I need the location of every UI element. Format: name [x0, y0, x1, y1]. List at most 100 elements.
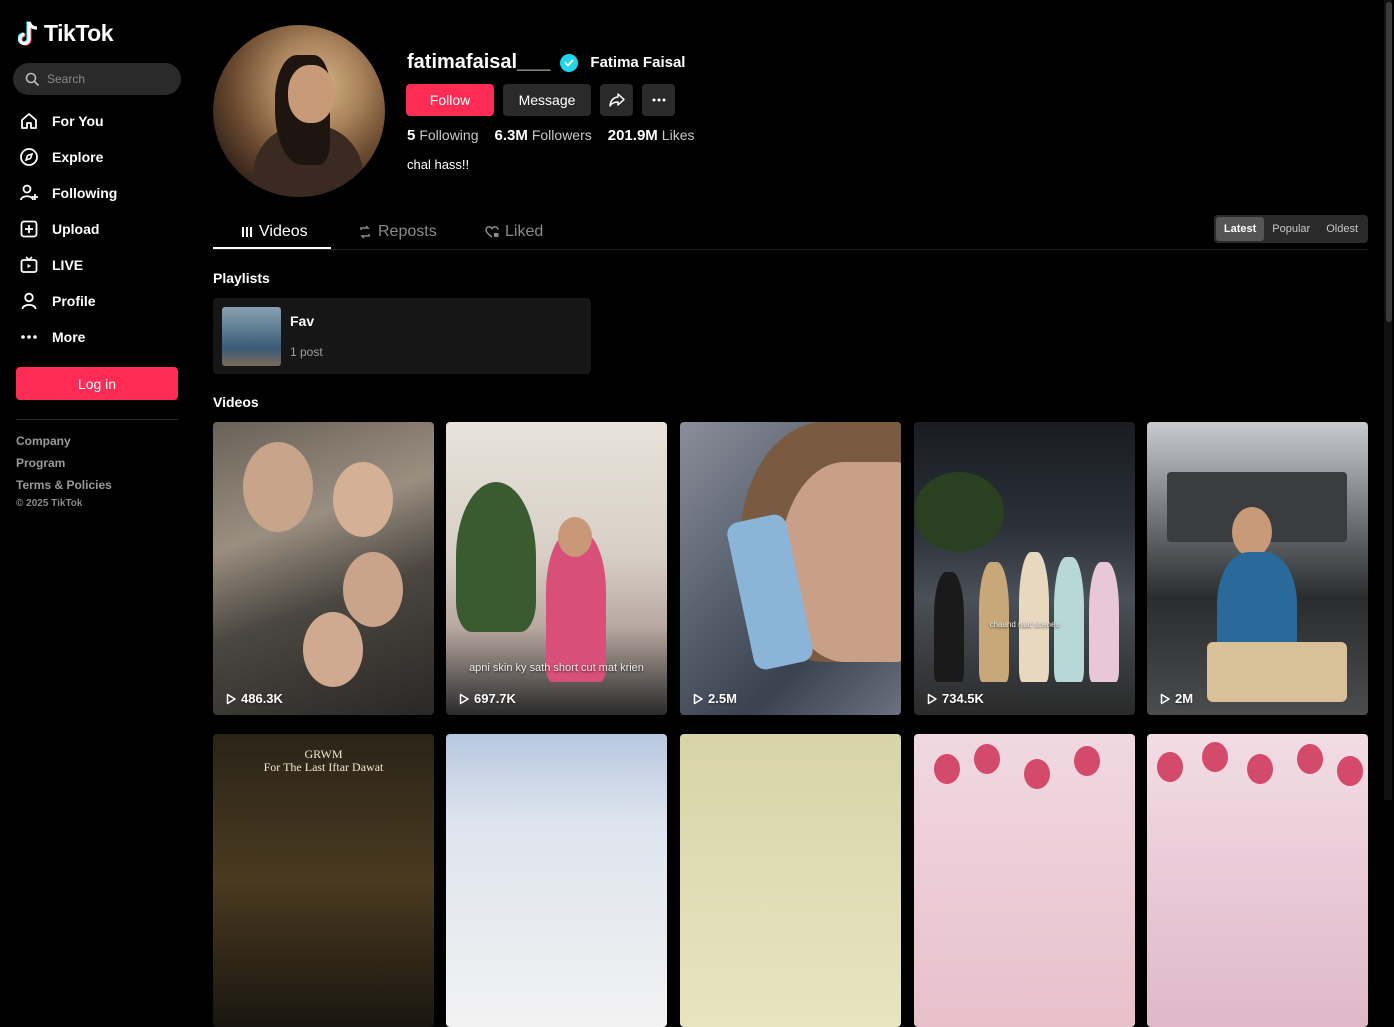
sidebar-item-for-you[interactable]: For You	[18, 103, 180, 139]
share-icon	[608, 93, 625, 107]
footer-link-program[interactable]: Program	[16, 456, 112, 478]
footer-link-terms[interactable]: Terms & Policies	[16, 478, 112, 500]
video-view-count: 486.3K	[225, 691, 283, 706]
play-icon	[1160, 693, 1170, 704]
person-icon	[18, 290, 40, 312]
sidebar-item-more[interactable]: More	[18, 319, 180, 355]
video-caption: chaand raat scenes	[989, 620, 1060, 629]
sidebar-item-label: LIVE	[52, 257, 84, 273]
play-icon	[459, 693, 469, 704]
active-tab-indicator	[213, 247, 331, 249]
profile-actions: Follow Message	[406, 84, 675, 116]
tab-label: Liked	[505, 223, 544, 240]
sidebar-item-upload[interactable]: Upload	[18, 211, 180, 247]
footer-link-company[interactable]: Company	[16, 434, 112, 456]
tiktok-logo-icon	[18, 21, 38, 46]
video-view-count: 734.5K	[926, 691, 984, 706]
verified-badge-icon	[560, 53, 579, 72]
video-view-count: 697.7K	[458, 691, 516, 706]
profile-bio: chal hass!!	[407, 157, 470, 172]
following-stat[interactable]: 5 Following	[407, 127, 478, 145]
tab-label: Reposts	[378, 223, 437, 240]
video-card[interactable]: 486.3K	[213, 422, 434, 715]
following-label: Following	[419, 127, 479, 143]
following-count: 5	[407, 127, 416, 144]
login-button[interactable]: Log in	[16, 367, 178, 400]
search-bar[interactable]	[13, 63, 181, 95]
sort-popular[interactable]: Popular	[1264, 217, 1318, 241]
profile-avatar[interactable]	[213, 25, 385, 197]
profile-username: fatimafaisal___	[407, 51, 551, 73]
tab-liked[interactable]: Liked	[485, 215, 543, 249]
sidebar-item-label: For You	[52, 113, 104, 129]
copyright-text: © 2025 TikTok	[16, 498, 83, 509]
view-count-text: 734.5K	[942, 691, 984, 706]
sort-latest[interactable]: Latest	[1215, 217, 1265, 241]
playlists-heading: Playlists	[213, 270, 270, 286]
playlist-thumbnail	[222, 307, 281, 366]
playlist-card[interactable]: Fav 1 post	[213, 298, 591, 374]
videos-heading: Videos	[213, 394, 259, 410]
sort-oldest[interactable]: Oldest	[1318, 217, 1366, 241]
play-icon	[927, 693, 937, 704]
repost-icon	[360, 225, 370, 239]
tiktok-logo[interactable]: TikTok	[18, 20, 114, 47]
video-card[interactable]	[680, 734, 901, 1027]
overlay-title-line: For The Last Iftar Dawat	[263, 760, 384, 774]
avatar-figure-head	[288, 65, 334, 123]
sidebar-item-label: Profile	[52, 293, 96, 309]
profile-display-name: Fatima Faisal	[590, 54, 686, 71]
profile-name-row: fatimafaisal___ Fatima Faisal	[407, 51, 685, 74]
likes-label: Likes	[661, 127, 695, 143]
video-card[interactable]: 2.5M	[680, 422, 901, 715]
playlist-name: Fav	[290, 313, 315, 329]
likes-stat: 201.9M Likes	[608, 127, 695, 145]
video-card[interactable]: chaand raat scenes 734.5K	[914, 422, 1135, 715]
view-count-text: 2.5M	[708, 691, 737, 706]
person-add-icon	[18, 182, 40, 204]
video-card[interactable]: 2M	[1147, 422, 1368, 715]
play-icon	[693, 693, 703, 704]
playlist-post-count: 1 post	[290, 345, 323, 359]
video-card[interactable]	[1147, 734, 1368, 1027]
tab-reposts[interactable]: Reposts	[358, 215, 437, 249]
search-input[interactable]	[47, 72, 167, 86]
followers-stat[interactable]: 6.3M Followers	[494, 127, 591, 145]
search-icon	[25, 72, 39, 86]
video-view-count: 2.5M	[692, 691, 737, 706]
sidebar-footer: Company Program Terms & Policies © 2025 …	[16, 434, 112, 509]
video-card[interactable]	[914, 734, 1135, 1027]
home-icon	[18, 110, 40, 132]
play-icon	[226, 693, 236, 704]
live-tv-icon	[18, 254, 40, 276]
tab-videos[interactable]: Videos	[241, 215, 308, 249]
sidebar-item-explore[interactable]: Explore	[18, 139, 180, 175]
video-card[interactable]	[446, 734, 667, 1027]
more-dots-icon	[18, 326, 40, 348]
video-caption: apni skin ky sath short cut mat krien	[469, 662, 644, 674]
followers-label: Followers	[531, 127, 592, 143]
sort-toggle: Latest Popular Oldest	[1213, 215, 1368, 243]
profile-stats: 5 Following 6.3M Followers 201.9M Likes	[407, 127, 694, 145]
share-button[interactable]	[600, 84, 633, 116]
sidebar-nav: For You Explore Following Upload LIVE Pr…	[18, 103, 180, 355]
message-button[interactable]: Message	[503, 84, 591, 116]
video-card[interactable]: GRWM For The Last Iftar Dawat	[213, 734, 434, 1027]
sidebar-item-following[interactable]: Following	[18, 175, 180, 211]
sidebar-item-profile[interactable]: Profile	[18, 283, 180, 319]
view-count-text: 697.7K	[474, 691, 516, 706]
more-options-button[interactable]	[642, 84, 675, 116]
compass-icon	[18, 146, 40, 168]
follow-button[interactable]: Follow	[406, 84, 494, 116]
more-horizontal-icon	[652, 98, 665, 102]
sidebar-item-live[interactable]: LIVE	[18, 247, 180, 283]
video-card[interactable]: apni skin ky sath short cut mat krien 69…	[446, 422, 667, 715]
profile-tabs: Videos Reposts Liked Latest Popular Olde…	[213, 215, 1368, 250]
plus-square-icon	[18, 218, 40, 240]
tab-label: Videos	[259, 223, 308, 240]
grid-icon	[242, 227, 252, 237]
likes-count: 201.9M	[607, 127, 658, 144]
page-scrollbar-thumb[interactable]	[1386, 2, 1392, 322]
sidebar-item-label: Following	[52, 185, 118, 201]
sidebar-item-label: Upload	[52, 221, 100, 237]
